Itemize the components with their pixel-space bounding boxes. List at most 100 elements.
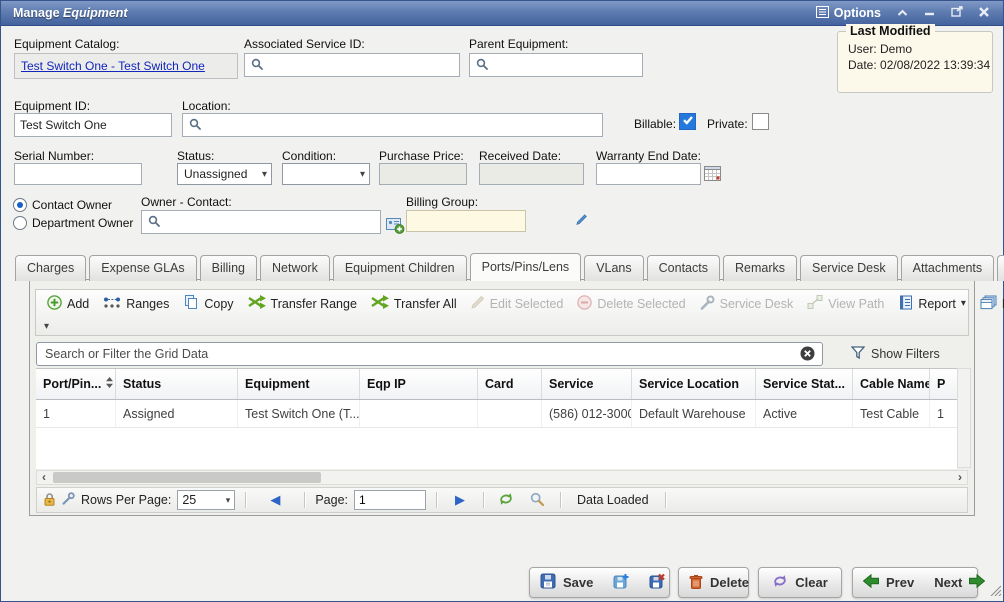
private-checkbox[interactable] — [752, 113, 769, 130]
column-header-service-location[interactable]: Service Location — [632, 369, 756, 399]
ports-pins-lens-panel: Add Ranges Copy Transfer Range — [29, 279, 975, 516]
column-header-equipment[interactable]: Equipment — [238, 369, 360, 399]
serial-number-input[interactable] — [14, 163, 142, 185]
scroll-right-icon[interactable]: › — [953, 471, 967, 484]
tab-ports-pins-lens[interactable]: Ports/Pins/Lens — [470, 253, 582, 281]
prev-button[interactable]: Prev — [853, 568, 924, 597]
ranges-button[interactable]: Ranges — [96, 296, 176, 312]
location-input[interactable] — [201, 118, 602, 132]
parent-equipment-input[interactable] — [488, 58, 651, 72]
tab-expense-glas[interactable]: Expense GLAs — [89, 255, 196, 281]
rows-per-page-select[interactable]: 25 ▾ — [177, 490, 235, 510]
transfer-range-button[interactable]: Transfer Range — [241, 295, 364, 312]
report-button[interactable]: Report ▾ — [891, 295, 973, 313]
wrench-icon[interactable] — [62, 492, 75, 508]
clear-button[interactable]: Clear — [758, 567, 842, 598]
billing-group-label: Billing Group: — [406, 195, 478, 209]
scroll-left-icon[interactable]: ‹ — [37, 471, 51, 484]
search-icon[interactable] — [530, 492, 544, 509]
billing-group-input[interactable] — [413, 214, 576, 228]
column-header-eqp-ip[interactable]: Eqp IP — [360, 369, 478, 399]
tab-billing[interactable]: Billing — [200, 255, 257, 281]
column-header-p[interactable]: P — [930, 369, 957, 399]
column-header-service-status[interactable]: Service Stat... — [756, 369, 853, 399]
tab-charges[interactable]: Charges — [15, 255, 86, 281]
minimize-icon[interactable] — [924, 6, 935, 20]
equipment-id-input[interactable] — [14, 113, 172, 137]
search-icon — [251, 58, 263, 73]
service-desk-button[interactable]: Service Desk — [693, 295, 801, 313]
toolbar-overflow-icon[interactable]: ▾ — [44, 321, 49, 332]
view-path-icon — [807, 295, 823, 312]
options-button[interactable]: Options — [816, 6, 881, 21]
column-header-card[interactable]: Card — [478, 369, 542, 399]
grid-search-input[interactable] — [36, 342, 823, 366]
show-filters-button[interactable]: Show Filters — [851, 346, 940, 362]
copy-button[interactable]: Copy — [176, 294, 240, 313]
column-header-status[interactable]: Status — [116, 369, 238, 399]
delete-selected-button[interactable]: Delete Selected — [570, 295, 692, 313]
tab-user-defined-fields[interactable]: User Defined Fields — [997, 255, 1004, 281]
tab-attachments[interactable]: Attachments — [901, 255, 994, 281]
next-button[interactable]: Next — [924, 568, 995, 597]
lock-icon[interactable] — [43, 492, 56, 509]
resize-grip[interactable] — [988, 583, 1001, 599]
cell-service-status: Active — [756, 400, 853, 427]
add-button[interactable]: Add — [40, 295, 96, 313]
add-contact-icon[interactable] — [385, 216, 405, 234]
associated-service-id-field — [244, 53, 460, 77]
owner-contact-input[interactable] — [160, 215, 380, 229]
billable-checkbox[interactable] — [679, 113, 696, 130]
tab-service-desk[interactable]: Service Desk — [800, 255, 898, 281]
column-header-cable-name[interactable]: Cable Name — [853, 369, 930, 399]
collapse-icon[interactable] — [897, 6, 908, 20]
report-icon — [898, 295, 913, 313]
tab-vlans[interactable]: VLans — [584, 255, 643, 281]
column-header-port-pin[interactable]: Port/Pin... — [36, 369, 116, 399]
perspectives-button[interactable]: Perspectives — [973, 295, 1004, 313]
tab-contacts[interactable]: Contacts — [647, 255, 720, 281]
next-page-icon[interactable]: ▶ — [455, 492, 465, 508]
parent-equipment-label: Parent Equipment: — [469, 37, 568, 51]
private-label: Private: — [707, 117, 748, 131]
contact-owner-label: Contact Owner — [32, 198, 112, 212]
close-icon[interactable] — [979, 6, 989, 20]
transfer-all-button[interactable]: Transfer All — [364, 295, 464, 312]
condition-select[interactable]: ▾ — [282, 163, 370, 185]
horizontal-scrollbar[interactable]: ‹ › — [36, 470, 968, 485]
associated-service-id-input[interactable] — [263, 58, 459, 72]
grid-toolbar: Add Ranges Copy Transfer Range — [35, 289, 969, 336]
calendar-icon[interactable] — [703, 164, 721, 182]
vertical-scrollbar[interactable] — [957, 368, 971, 468]
refresh-icon[interactable] — [498, 492, 514, 509]
column-header-service[interactable]: Service — [542, 369, 632, 399]
cell-service: (586) 012-3000 — [542, 400, 632, 427]
tab-remarks[interactable]: Remarks — [723, 255, 797, 281]
location-field — [182, 113, 603, 137]
contact-owner-radio[interactable] — [13, 198, 27, 212]
purchase-price-label: Purchase Price: — [379, 149, 464, 163]
prev-arrow-icon — [863, 574, 879, 591]
warranty-end-date-input[interactable] — [596, 163, 701, 185]
scrollbar-thumb[interactable] — [53, 472, 321, 483]
clear-search-icon[interactable] — [800, 346, 815, 364]
prev-page-icon[interactable]: ◀ — [270, 492, 280, 508]
equipment-catalog-link[interactable]: Test Switch One - Test Switch One — [21, 59, 205, 73]
table-row[interactable]: 1 Assigned Test Switch One (T... (586) 0… — [36, 400, 957, 428]
delete-button[interactable]: Delete — [678, 567, 749, 598]
save-plus-button[interactable] — [603, 568, 639, 597]
view-path-button[interactable]: View Path — [800, 295, 891, 312]
tab-equipment-children[interactable]: Equipment Children — [333, 255, 467, 281]
save-close-button[interactable] — [639, 568, 675, 597]
tab-network[interactable]: Network — [260, 255, 330, 281]
window-title: Manage Equipment — [1, 6, 128, 20]
edit-selected-button[interactable]: Edit Selected — [464, 296, 571, 312]
check-icon — [682, 114, 694, 129]
rows-per-page-label: Rows Per Page: — [81, 493, 171, 507]
popout-icon[interactable] — [951, 6, 963, 20]
department-owner-radio[interactable] — [13, 216, 27, 230]
save-button[interactable]: Save — [530, 568, 603, 597]
edit-pencil-icon[interactable] — [576, 214, 591, 228]
status-select[interactable]: Unassigned ▾ — [177, 163, 272, 185]
page-input[interactable] — [354, 490, 426, 510]
